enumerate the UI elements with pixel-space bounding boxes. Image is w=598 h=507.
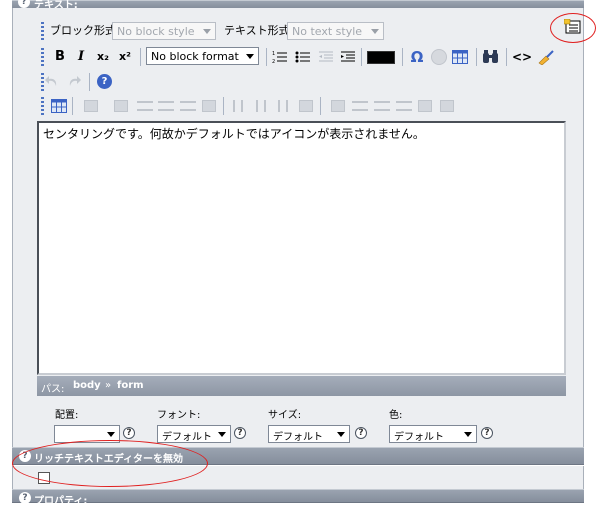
toolbar-separator bbox=[506, 48, 507, 66]
toolbar-separator bbox=[320, 97, 321, 115]
property-section-header: ? プロパティ: bbox=[12, 489, 584, 507]
col-merge-icon bbox=[299, 100, 313, 112]
table-cell-props-icon bbox=[114, 100, 128, 112]
text-color-swatch[interactable] bbox=[367, 51, 395, 64]
cell-delete-icon bbox=[396, 101, 412, 111]
italic-button[interactable]: I bbox=[71, 47, 91, 67]
size-label: サイズ: bbox=[268, 410, 302, 421]
bold-button[interactable]: B bbox=[50, 47, 70, 67]
path-label: パス: bbox=[41, 384, 65, 395]
indent-icon[interactable] bbox=[340, 50, 356, 64]
path-crumb-body[interactable]: body bbox=[73, 380, 101, 391]
table-insert-icon[interactable] bbox=[51, 99, 67, 113]
annotation-circle-top bbox=[550, 13, 596, 43]
toolbar-separator bbox=[140, 48, 141, 66]
font-select[interactable]: デフォルト bbox=[157, 425, 231, 443]
col-insert-before-icon bbox=[233, 100, 243, 112]
rich-text-editor[interactable]: センタリングです。何故かデフォルトではアイコンが表示されません。 bbox=[37, 121, 566, 375]
row-insert-after-icon bbox=[158, 101, 174, 111]
align-help-icon[interactable]: ? bbox=[123, 427, 135, 439]
table-icon[interactable] bbox=[452, 50, 468, 64]
find-icon[interactable] bbox=[482, 50, 500, 64]
color-help-icon[interactable]: ? bbox=[481, 427, 493, 439]
cell-insert-icon bbox=[374, 101, 390, 111]
redo-icon bbox=[67, 74, 81, 88]
block-style-label: ブロック形式: bbox=[50, 24, 120, 37]
toolbar-separator bbox=[402, 48, 403, 66]
toolbar-separator bbox=[476, 48, 477, 66]
table-props-icon bbox=[418, 100, 432, 112]
size-select[interactable]: デフォルト bbox=[268, 425, 350, 443]
color-value: デフォルト bbox=[394, 432, 444, 443]
toolbar-grip[interactable] bbox=[41, 22, 44, 40]
cleanup-icon[interactable] bbox=[537, 49, 555, 66]
ordered-list-icon[interactable]: 12 bbox=[272, 50, 288, 65]
col-delete-icon bbox=[278, 100, 288, 112]
toolbar-separator bbox=[89, 73, 90, 91]
superscript-button[interactable]: x² bbox=[115, 47, 135, 67]
text-style-label: テキスト形式: bbox=[224, 24, 294, 37]
row-delete-icon bbox=[180, 101, 196, 111]
chevron-down-icon bbox=[464, 432, 472, 437]
help-icon[interactable]: ? bbox=[97, 74, 112, 89]
size-help-icon[interactable]: ? bbox=[355, 427, 367, 439]
editor-content[interactable]: センタリングです。何故かデフォルトではアイコンが表示されません。 bbox=[43, 125, 425, 142]
cell-split-icon bbox=[331, 100, 345, 112]
color-select[interactable]: デフォルト bbox=[389, 425, 477, 443]
source-code-button[interactable]: <> bbox=[512, 47, 532, 67]
block-style-value: No block style bbox=[117, 25, 195, 38]
size-value: デフォルト bbox=[273, 432, 323, 443]
text-style-value: No text style bbox=[292, 25, 363, 38]
text-style-select: No text style bbox=[287, 22, 384, 40]
font-help-icon[interactable]: ? bbox=[234, 427, 246, 439]
special-char-button[interactable]: Ω bbox=[407, 47, 427, 67]
path-separator: » bbox=[105, 380, 112, 391]
font-label: フォント: bbox=[157, 410, 201, 421]
cell-merge-icon bbox=[352, 101, 368, 111]
chevron-down-icon bbox=[337, 432, 345, 437]
subscript-button[interactable]: x₂ bbox=[93, 47, 113, 67]
row-insert-before-icon bbox=[137, 101, 153, 111]
chevron-down-icon bbox=[371, 29, 379, 34]
color-label: 色: bbox=[389, 410, 403, 421]
toolbar-separator bbox=[266, 48, 267, 66]
path-crumb-form[interactable]: form bbox=[117, 380, 144, 391]
undo-icon bbox=[45, 74, 59, 88]
toolbar-separator bbox=[72, 97, 73, 115]
block-format-value: No block format bbox=[151, 50, 239, 63]
bullet-list-icon[interactable] bbox=[295, 50, 311, 64]
chevron-down-icon bbox=[107, 432, 115, 437]
chevron-down-icon bbox=[203, 29, 211, 34]
help-icon[interactable]: ? bbox=[19, 492, 31, 504]
block-format-select[interactable]: No block format bbox=[146, 47, 259, 65]
chevron-down-icon bbox=[246, 54, 254, 59]
property-section-title: プロパティ: bbox=[34, 496, 88, 507]
table-delete-icon bbox=[440, 100, 454, 112]
outdent-icon bbox=[318, 50, 334, 64]
col-insert-after-icon bbox=[256, 100, 266, 112]
row-merge-icon bbox=[202, 100, 216, 112]
toolbar-separator bbox=[361, 48, 362, 66]
help-icon[interactable]: ? bbox=[18, 0, 30, 8]
svg-text:2: 2 bbox=[272, 59, 275, 64]
toolbar-separator bbox=[223, 97, 224, 115]
align-label: 配置: bbox=[55, 410, 79, 421]
svg-text:1: 1 bbox=[272, 51, 275, 57]
toolbar-grip[interactable] bbox=[41, 48, 44, 66]
table-row-props-icon bbox=[84, 100, 98, 112]
toolbar-grip[interactable] bbox=[41, 97, 44, 115]
block-style-select: No block style bbox=[112, 22, 216, 40]
path-bar: パス: body » form bbox=[37, 376, 566, 396]
left-page-edge bbox=[0, 0, 12, 503]
chevron-down-icon bbox=[218, 432, 226, 437]
font-value: デフォルト bbox=[162, 432, 212, 443]
smiley-icon bbox=[431, 49, 447, 65]
annotation-circle-bottom bbox=[12, 440, 208, 487]
toolbar-grip[interactable] bbox=[41, 73, 44, 91]
